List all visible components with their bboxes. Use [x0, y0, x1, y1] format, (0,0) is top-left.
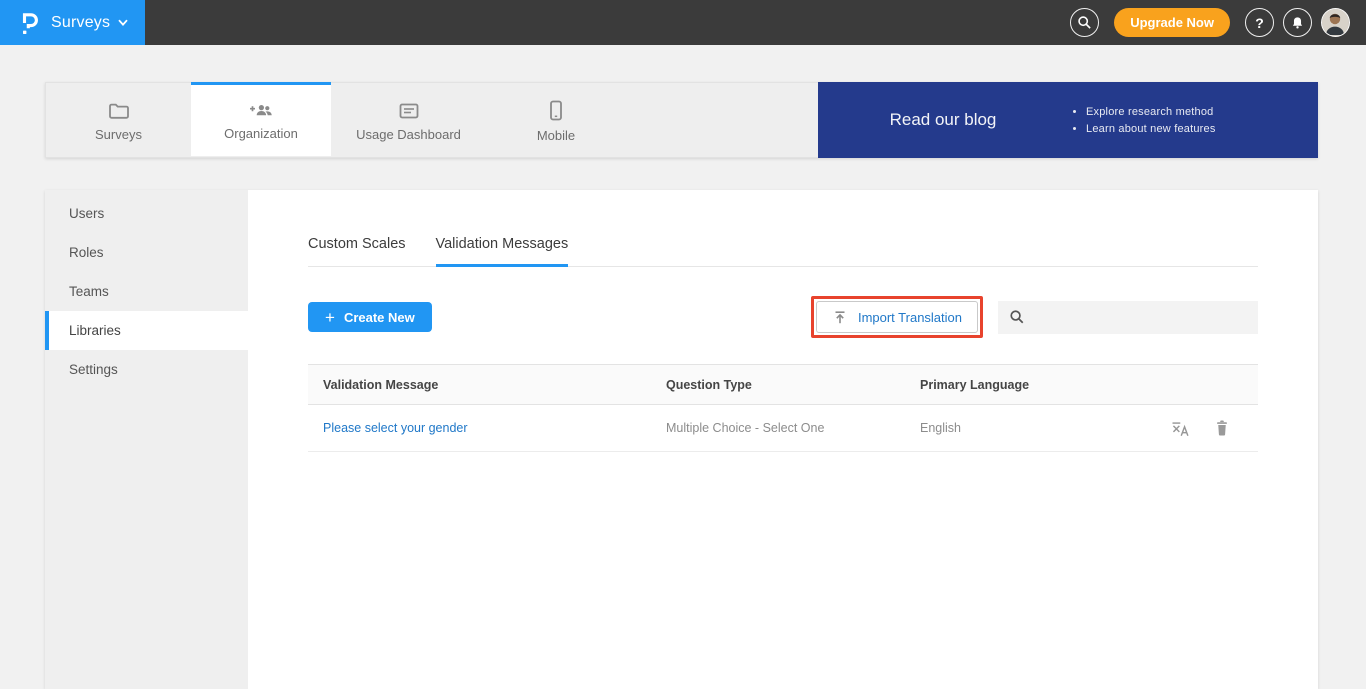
- validation-message-link[interactable]: Please select your gender: [323, 421, 468, 435]
- section-nav: Surveys Organization Usage Dashboard: [45, 82, 1318, 158]
- add-users-icon: [248, 101, 274, 119]
- tab-usage-dashboard[interactable]: Usage Dashboard: [331, 83, 486, 157]
- topbar: Surveys Upgrade Now ?: [0, 0, 1366, 45]
- blog-promo-title: Read our blog: [818, 110, 1068, 130]
- upgrade-button[interactable]: Upgrade Now: [1114, 8, 1230, 37]
- folder-icon: [108, 102, 130, 120]
- sidebar-item-libraries[interactable]: Libraries: [45, 311, 248, 350]
- sidebar-item-teams[interactable]: Teams: [45, 272, 248, 311]
- search-input[interactable]: [998, 301, 1258, 334]
- topbar-actions: Upgrade Now ?: [1070, 8, 1366, 37]
- plus-icon: +: [325, 309, 335, 326]
- trash-icon: [1214, 419, 1230, 437]
- translate-button[interactable]: [1170, 419, 1190, 438]
- avatar[interactable]: [1321, 8, 1350, 37]
- tab-organization[interactable]: Organization: [191, 82, 331, 156]
- table-header-row: Validation Message Question Type Primary…: [308, 365, 1258, 405]
- validation-messages-table: Validation Message Question Type Primary…: [308, 364, 1258, 452]
- column-primary-language: Primary Language: [920, 365, 1168, 405]
- import-translation-label: Import Translation: [858, 310, 962, 325]
- create-new-label: Create New: [344, 310, 415, 325]
- tab-label: Mobile: [537, 128, 575, 143]
- promo-bullet: Explore research method: [1086, 106, 1216, 118]
- blog-promo-banner[interactable]: Read our blog Explore research method Le…: [818, 82, 1318, 158]
- sidebar-item-settings[interactable]: Settings: [45, 350, 248, 389]
- search-icon: [1077, 15, 1092, 30]
- tab-custom-scales[interactable]: Custom Scales: [308, 236, 406, 267]
- sidebar-item-users[interactable]: Users: [45, 194, 248, 233]
- row-actions: [1168, 419, 1258, 438]
- sidebar: Users Roles Teams Libraries Settings: [45, 190, 248, 689]
- search-button[interactable]: [1070, 8, 1099, 37]
- primary-language-cell: English: [920, 405, 1168, 452]
- blog-promo-bullets: Explore research method Learn about new …: [1068, 101, 1216, 140]
- library-tabs: Custom Scales Validation Messages: [308, 236, 1258, 267]
- toolbar-right: Import Translation: [811, 296, 1258, 338]
- dashboard-icon: [398, 102, 420, 120]
- tab-surveys[interactable]: Surveys: [46, 83, 191, 157]
- tab-label: Surveys: [95, 127, 142, 142]
- section-tabs: Surveys Organization Usage Dashboard: [45, 82, 818, 158]
- question-type-cell: Multiple Choice - Select One: [666, 405, 920, 452]
- tab-label: Usage Dashboard: [356, 127, 461, 142]
- import-translation-button[interactable]: Import Translation: [816, 301, 978, 333]
- promo-bullet: Learn about new features: [1086, 123, 1216, 135]
- delete-button[interactable]: [1214, 419, 1230, 437]
- column-validation-message: Validation Message: [308, 365, 666, 405]
- upload-icon: [832, 310, 848, 325]
- app-logo[interactable]: Surveys: [0, 0, 145, 45]
- bell-icon: [1290, 15, 1305, 31]
- tab-label: Organization: [224, 126, 298, 141]
- table-row: Please select your gender Multiple Choic…: [308, 405, 1258, 452]
- column-actions: [1168, 365, 1258, 405]
- chevron-down-icon: [118, 19, 128, 26]
- notifications-button[interactable]: [1283, 8, 1312, 37]
- import-translation-highlight: Import Translation: [811, 296, 983, 338]
- tab-validation-messages[interactable]: Validation Messages: [436, 236, 569, 267]
- search-icon: [1009, 309, 1025, 325]
- sidebar-item-roles[interactable]: Roles: [45, 233, 248, 272]
- toolbar: + Create New Import Translation: [308, 296, 1258, 338]
- tab-mobile[interactable]: Mobile: [486, 83, 626, 157]
- smartphone-icon: [549, 100, 563, 121]
- content-card: Users Roles Teams Libraries Settings Cus…: [45, 190, 1318, 689]
- questionpro-logo-icon: [18, 9, 41, 37]
- product-switcher-label: Surveys: [51, 14, 110, 32]
- column-question-type: Question Type: [666, 365, 920, 405]
- translate-icon: [1170, 419, 1190, 438]
- question-mark-icon: ?: [1255, 15, 1264, 31]
- help-button[interactable]: ?: [1245, 8, 1274, 37]
- main-panel: Custom Scales Validation Messages + Crea…: [248, 190, 1318, 689]
- create-new-button[interactable]: + Create New: [308, 302, 432, 332]
